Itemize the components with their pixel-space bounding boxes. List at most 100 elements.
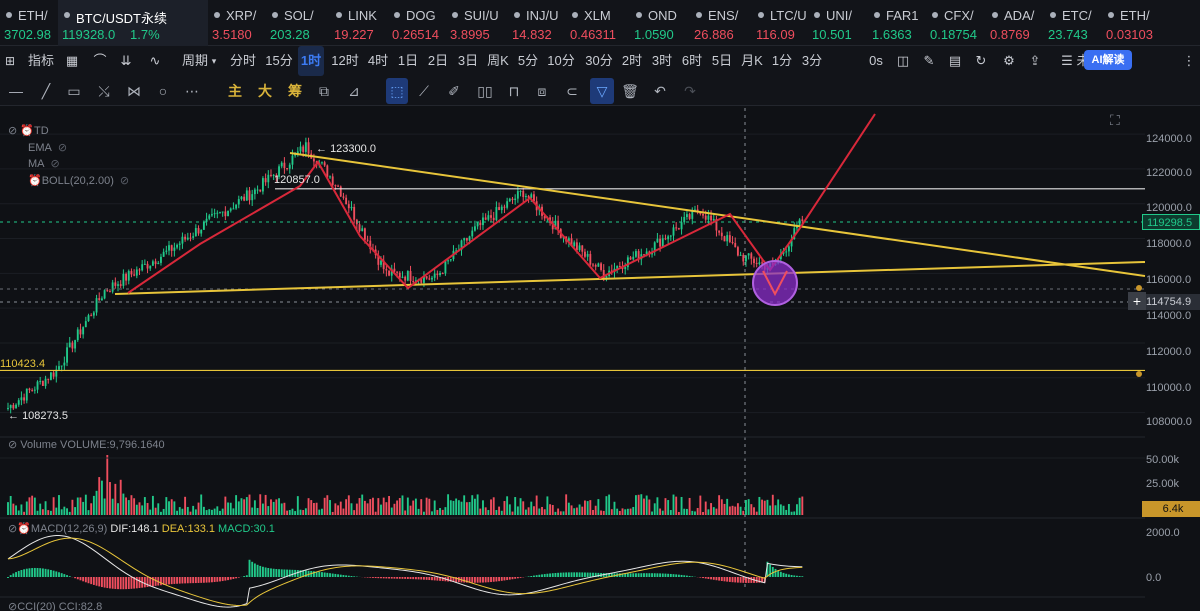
candle-body: [173, 247, 176, 251]
volume-bar: [380, 504, 382, 515]
volume-bar: [286, 510, 289, 515]
volume-bar: [329, 500, 331, 515]
price-axis-label: 114000.0: [1146, 310, 1192, 322]
add-alert-icon[interactable]: +: [1128, 292, 1146, 310]
volume-bar: [396, 500, 399, 515]
macd-histogram-bar: [498, 577, 501, 582]
volume-bar: [433, 500, 436, 515]
candle-body: [750, 253, 753, 259]
volume-bar: [726, 498, 729, 515]
candle-body: [76, 329, 79, 341]
candle-body: [261, 178, 264, 192]
volume-bar: [141, 505, 144, 515]
macd-histogram-bar: [567, 572, 570, 577]
fullscreen-icon[interactable]: ⛶: [1110, 112, 1120, 129]
candle-body: [168, 245, 170, 251]
candle-body: [157, 262, 160, 265]
candle-body: [235, 204, 238, 209]
candle-body: [444, 260, 447, 274]
candle-body: [68, 342, 71, 348]
price-marker-dot: [1136, 371, 1142, 377]
candle-body: [487, 215, 490, 220]
alarm-icon: ⏰: [17, 523, 31, 535]
macd-histogram-bar: [688, 575, 691, 577]
candle-body: [194, 228, 197, 237]
volume-bar: [192, 505, 195, 515]
volume-bar: [283, 502, 286, 515]
trading-app: { "tickers":[ {"sym":"ETH/","price":"370…: [0, 0, 1200, 611]
macd-histogram-bar: [372, 577, 374, 578]
candle-body: [52, 372, 55, 377]
volume-bar: [710, 503, 713, 515]
macd-histogram-bar: [17, 570, 20, 577]
volume-bar: [608, 494, 611, 515]
candle-body: [221, 211, 224, 213]
candle-body: [84, 321, 87, 328]
volume-bar: [704, 501, 707, 515]
volume-bar: [530, 501, 533, 515]
macd-histogram-bar: [573, 572, 576, 577]
volume-bar: [17, 510, 20, 515]
candle-body: [237, 199, 240, 205]
macd-histogram-bar: [401, 577, 404, 579]
macd-histogram-bar: [648, 573, 651, 577]
candle-body: [33, 389, 36, 391]
volume-bar: [420, 499, 423, 515]
candle-body: [441, 273, 444, 275]
volume-bar: [439, 508, 441, 515]
volume-bar: [471, 495, 474, 515]
macd-histogram-bar: [597, 572, 600, 577]
macd-histogram-bar: [205, 577, 208, 583]
candle-body: [710, 215, 713, 221]
volume-bar: [221, 508, 224, 515]
candle-body: [506, 201, 509, 208]
macd-histogram-bar: [366, 577, 369, 578]
price-chart[interactable]: [0, 0, 1200, 611]
candle-body: [632, 256, 635, 260]
volume-bar: [423, 511, 425, 515]
volume-bar: [696, 507, 699, 515]
macd-histogram-bar: [280, 569, 283, 577]
candle-body: [425, 276, 428, 279]
volume-bar: [465, 502, 468, 515]
volume-bar: [138, 502, 141, 515]
candle-body: [103, 290, 106, 299]
macd-histogram-bar: [712, 577, 715, 580]
candle-body: [87, 315, 90, 322]
macd-histogram-bar: [557, 572, 560, 577]
macd-histogram-bar: [801, 576, 804, 577]
volume-bar: [331, 511, 334, 515]
macd-histogram-bar: [243, 576, 246, 577]
macd-histogram-bar: [742, 577, 745, 583]
macd-histogram-bar: [251, 561, 254, 577]
macd-histogram-bar: [82, 577, 85, 582]
candle-body: [31, 390, 34, 392]
candle-body: [286, 168, 289, 170]
volume-bar: [149, 509, 152, 515]
macd-histogram-bar: [635, 573, 637, 577]
volume-bar: [315, 502, 318, 515]
volume-bar: [473, 498, 476, 515]
candle-body: [498, 207, 501, 211]
macd-histogram-bar: [471, 577, 474, 583]
candle-body: [270, 174, 272, 176]
volume-bar: [640, 494, 643, 515]
macd-histogram-bar: [318, 571, 321, 577]
macd-histogram-bar: [261, 566, 264, 577]
volume-bar: [216, 506, 219, 515]
macd-histogram-bar: [659, 573, 662, 577]
macd-histogram-bar: [331, 573, 334, 577]
macd-histogram-bar: [484, 577, 487, 583]
candle-body: [712, 218, 715, 221]
candle-body: [557, 220, 560, 230]
volume-bar: [253, 500, 256, 515]
candle-body: [723, 236, 726, 242]
macd-histogram-bar: [463, 577, 466, 583]
candle-body: [114, 282, 117, 286]
volume-bar: [527, 507, 530, 515]
macd-histogram-bar: [734, 577, 737, 583]
volume-bar: [498, 506, 501, 515]
macd-histogram-bar: [645, 573, 648, 577]
candle-body: [412, 281, 415, 283]
volume-bar: [114, 483, 117, 515]
